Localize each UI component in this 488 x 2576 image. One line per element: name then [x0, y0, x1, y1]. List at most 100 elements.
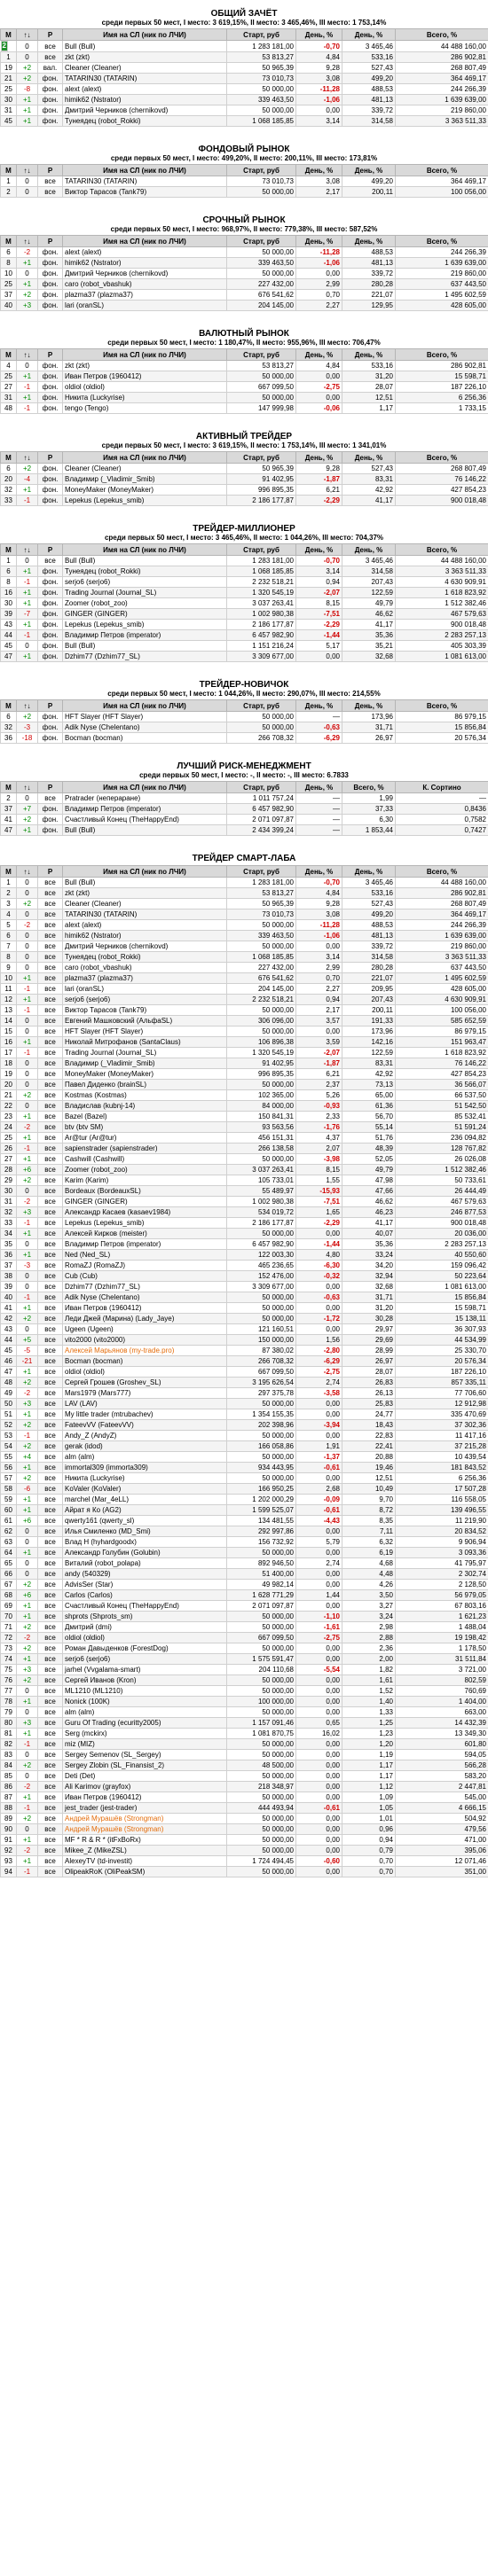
table-header-row: М ↑↓ Р Имя на СЛ (ник по ЛЧИ) Старт, руб День…	[0, 451, 488, 464]
place-cell: 57	[0, 1472, 17, 1484]
column-header[interactable]: М	[0, 348, 17, 361]
column-header[interactable]: ↑↓	[16, 451, 38, 464]
column-header[interactable]: Имя на СЛ (ник по ЛЧИ)	[62, 164, 227, 176]
column-header[interactable]: Всего, %	[395, 543, 488, 556]
change-cell: -1	[16, 1430, 38, 1441]
column-header[interactable]: Р	[37, 28, 63, 41]
total-value-cell: 1 081 613,00	[395, 651, 488, 662]
column-header[interactable]: Всего, %	[395, 28, 488, 41]
column-header[interactable]: М	[0, 781, 17, 793]
column-header[interactable]: Имя на СЛ (ник по ЛЧИ)	[62, 781, 227, 793]
column-header[interactable]: Старт, руб	[226, 543, 296, 556]
column-header[interactable]: Имя на СЛ (ник по ЛЧИ)	[62, 543, 227, 556]
column-header[interactable]: День, %	[342, 865, 396, 878]
column-header[interactable]: ↑↓	[16, 781, 38, 793]
trader-name-cell: Сергей Грошев (Groshev_SL)	[62, 1377, 227, 1388]
column-header[interactable]: Старт, руб	[226, 699, 296, 712]
column-header[interactable]: Имя на СЛ (ник по ЛЧИ)	[62, 28, 227, 41]
column-header[interactable]: Старт, руб	[226, 28, 296, 41]
column-header[interactable]: День, %	[295, 164, 342, 176]
column-header[interactable]: Имя на СЛ (ник по ЛЧИ)	[62, 865, 227, 878]
table-row: 5 -2 все alext (alext) 50 000,00 -11,28 488,53…	[0, 919, 488, 931]
column-header[interactable]: М	[0, 451, 17, 464]
column-header[interactable]: Имя на СЛ (ник по ЛЧИ)	[62, 348, 227, 361]
column-header[interactable]: ↑↓	[16, 235, 38, 247]
column-header[interactable]: Всего, %	[342, 781, 396, 793]
trader-name-cell: Евгений Машковский (АльфаSL)	[62, 1015, 227, 1026]
column-header[interactable]: Р	[37, 348, 63, 361]
day-percent-cell: -3,58	[295, 1387, 342, 1399]
column-header[interactable]: М	[0, 164, 17, 176]
place-cell: 48	[0, 402, 17, 414]
column-header[interactable]: Р	[37, 164, 63, 176]
column-header[interactable]: День, %	[342, 235, 396, 247]
column-header[interactable]: Р	[37, 543, 63, 556]
column-header[interactable]: Всего, %	[395, 348, 488, 361]
column-header[interactable]: День, %	[295, 28, 342, 41]
total-percent-cell: 29,97	[342, 1323, 396, 1335]
column-header[interactable]: ↑↓	[16, 28, 38, 41]
column-header[interactable]: День, %	[342, 451, 396, 464]
column-header[interactable]: Всего, %	[395, 164, 488, 176]
column-header[interactable]: Всего, %	[395, 699, 488, 712]
column-header[interactable]: День, %	[295, 348, 342, 361]
trader-name-cell: immortal309 (immorta309)	[62, 1462, 227, 1473]
column-header[interactable]: День, %	[342, 348, 396, 361]
column-header[interactable]: Имя на СЛ (ник по ЛЧИ)	[62, 451, 227, 464]
column-header[interactable]: Р	[37, 451, 63, 464]
column-header[interactable]: Старт, руб	[226, 451, 296, 464]
rating-table: М ↑↓ Р Имя на СЛ (ник по ЛЧИ) Старт, руб День…	[0, 348, 488, 414]
column-header[interactable]: М	[0, 865, 17, 878]
column-header[interactable]: Старт, руб	[226, 865, 296, 878]
column-header[interactable]: Всего, %	[395, 235, 488, 247]
total-percent-cell: 8,35	[342, 1515, 396, 1526]
place-cell: 1	[0, 176, 17, 187]
column-header[interactable]: День, %	[342, 28, 396, 41]
column-header[interactable]: М	[0, 543, 17, 556]
trader-name-cell: Bull (Bull)	[62, 824, 227, 836]
column-header[interactable]: День, %	[342, 164, 396, 176]
column-header[interactable]: Всего, %	[395, 451, 488, 464]
column-header[interactable]: Имя на СЛ (ник по ЛЧИ)	[62, 699, 227, 712]
column-header[interactable]: ↑↓	[16, 699, 38, 712]
market-cell: все	[37, 1834, 63, 1846]
column-header[interactable]: Р	[37, 865, 63, 878]
column-header[interactable]: Р	[37, 781, 63, 793]
place-cell: 20	[0, 473, 17, 485]
column-header[interactable]: День, %	[342, 699, 396, 712]
column-header[interactable]: ↑↓	[16, 348, 38, 361]
column-header[interactable]: День, %	[295, 235, 342, 247]
column-header[interactable]: Старт, руб	[226, 781, 296, 793]
column-header[interactable]: Р	[37, 699, 63, 712]
market-cell: все	[37, 951, 63, 963]
table-row: 75 +3 все jarhel (Vvgalama-smart) 204 110,68…	[0, 1664, 488, 1675]
trader-name-cell: Karim (Karim)	[62, 1175, 227, 1186]
place-cell: 42	[0, 1313, 17, 1324]
column-header[interactable]: М	[0, 28, 17, 41]
market-cell: все	[37, 1589, 63, 1601]
trader-name-cell: zkt (zkt)	[62, 51, 227, 63]
column-header[interactable]: К. Сортино	[395, 781, 488, 793]
total-percent-cell: 42,92	[342, 484, 396, 496]
column-header[interactable]: День, %	[342, 543, 396, 556]
column-header[interactable]: М	[0, 235, 17, 247]
market-cell: фон.	[37, 608, 63, 620]
column-header[interactable]: Р	[37, 235, 63, 247]
start-capital-cell: 3 309 677,00	[226, 651, 296, 662]
column-header[interactable]: Всего, %	[395, 865, 488, 878]
change-cell: +2	[16, 814, 38, 825]
column-header[interactable]: Старт, руб	[226, 235, 296, 247]
column-header[interactable]: ↑↓	[16, 865, 38, 878]
column-header[interactable]: День, %	[295, 699, 342, 712]
column-header[interactable]: Имя на СЛ (ник по ЛЧИ)	[62, 235, 227, 247]
column-header[interactable]: Старт, руб	[226, 348, 296, 361]
column-header[interactable]: День, %	[295, 865, 342, 878]
column-header[interactable]: Старт, руб	[226, 164, 296, 176]
column-header[interactable]: День, %	[295, 781, 342, 793]
column-header[interactable]: ↑↓	[16, 164, 38, 176]
column-header[interactable]: День, %	[295, 543, 342, 556]
column-header[interactable]: М	[0, 699, 17, 712]
change-cell: +1	[16, 115, 38, 127]
column-header[interactable]: ↑↓	[16, 543, 38, 556]
column-header[interactable]: День, %	[295, 451, 342, 464]
